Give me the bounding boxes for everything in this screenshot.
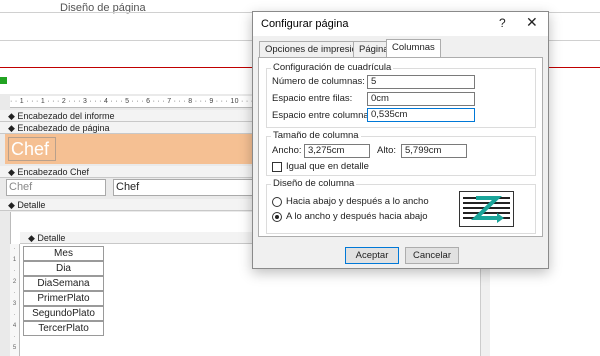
height-label: Alto: [377,145,397,156]
grid-settings-title: Configuración de cuadrícula [271,62,394,73]
vertical-ruler: · 1 · 2 · 3 · 4 · 5 [10,244,20,356]
chef-textbox[interactable]: Chef [113,179,253,196]
chef-title-label[interactable]: Chef [8,137,56,161]
dialog-title: Configurar página [261,18,349,30]
down-then-across-radio[interactable] [272,197,282,207]
across-then-down-radio[interactable] [272,212,282,222]
field-diasemana[interactable]: DiaSemana [23,276,104,291]
row-spacing-input[interactable]: 0cm [367,92,475,106]
section-marker-icon: ◆ [8,167,18,177]
num-columns-input[interactable]: 5 [367,75,475,89]
column-layout-title: Diseño de columna [271,178,357,189]
field-segundoplato[interactable]: SegundoPlato [23,306,104,321]
row-spacing-label: Espacio entre filas: [272,93,353,104]
section-marker-icon: ◆ [8,111,18,121]
same-as-detail-checkbox[interactable] [272,162,282,172]
field-primerplato[interactable]: PrimerPlato [23,291,104,306]
column-spacing-label: Espacio entre columnas: [272,110,377,121]
column-size-title: Tamaño de columna [271,130,361,141]
layout-preview-icon [459,191,514,227]
field-dia[interactable]: Dia [23,261,104,276]
tab-print-options[interactable]: Opciones de impresión [259,41,369,57]
section-marker-icon: ◆ [8,123,18,133]
close-button[interactable]: ✕ [526,14,538,31]
section-marker-icon: ◆ [8,200,18,210]
same-as-detail-label: Igual que en detalle [286,161,369,172]
help-button[interactable]: ? [499,16,506,30]
cancel-button[interactable]: Cancelar [405,247,459,264]
height-input[interactable]: 5,799cm [401,144,467,158]
num-columns-label: Número de columnas: [272,76,365,87]
width-label: Ancho: [272,145,302,156]
field-mes[interactable]: Mes [23,246,104,261]
tab-columns[interactable]: Columnas [386,39,441,58]
ok-button[interactable]: Aceptar [345,247,399,264]
section-marker-icon: ◆ [28,233,38,243]
chef-label[interactable]: Chef [6,179,106,196]
field-tercerplato[interactable]: TercerPlato [23,321,104,336]
status-indicator-icon [0,77,7,84]
down-then-across-label: Hacia abajo y después a lo ancho [286,196,429,207]
across-then-down-label: A lo ancho y después hacia abajo [286,211,428,222]
width-input[interactable]: 3,275cm [304,144,370,158]
page-setup-dialog: Configurar página ? ✕ Opciones de impres… [252,11,549,269]
column-spacing-input[interactable]: 0,535cm [367,108,475,122]
